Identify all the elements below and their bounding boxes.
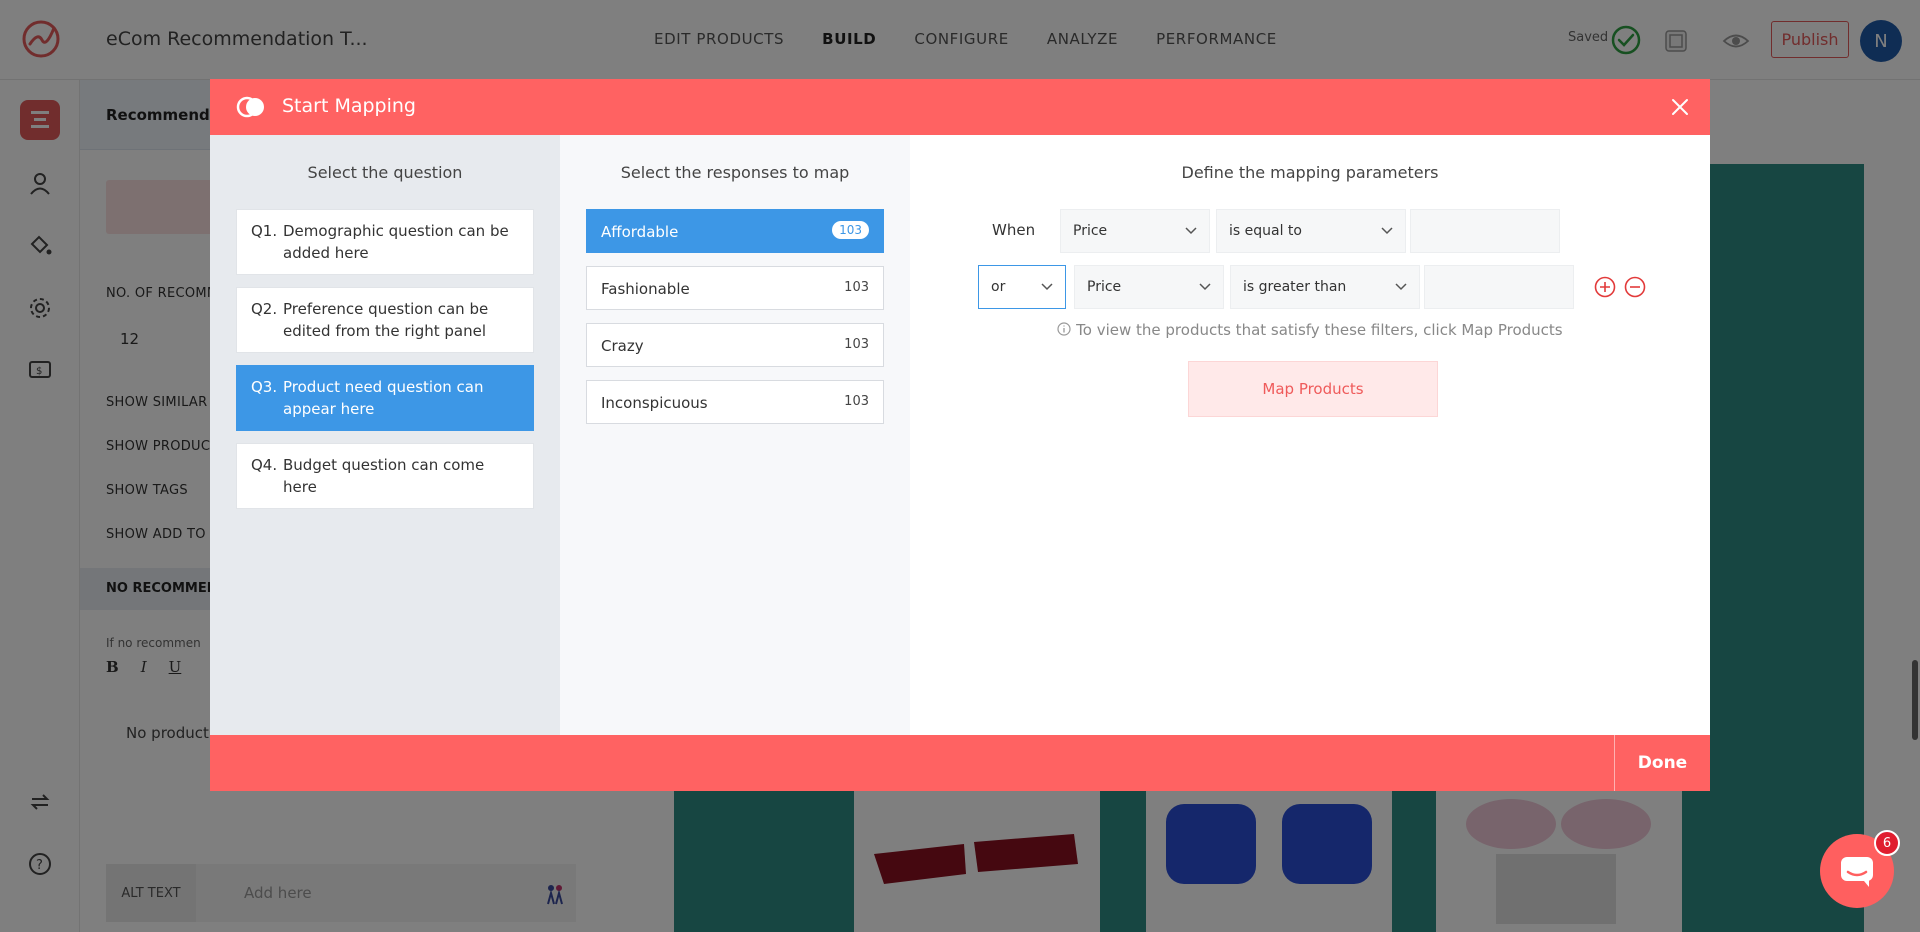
response-label: Affordable (601, 223, 679, 241)
response-count-badge: 103 (844, 280, 869, 295)
question-text: Budget question can come here (283, 456, 485, 496)
responses-title: Select the responses to map (620, 163, 850, 182)
rule2-field-select[interactable]: Price (1074, 265, 1224, 309)
response-label: Inconspicuous (601, 394, 708, 412)
chat-icon (1841, 857, 1873, 887)
response-count-badge: 103 (832, 221, 869, 239)
mapping-parameters-column: Define the mapping parameters When Price… (910, 135, 1710, 735)
chevron-down-icon (1199, 283, 1211, 291)
select-value: Price (1087, 279, 1122, 295)
response-item-crazy[interactable]: Crazy 103 (586, 323, 884, 367)
modal-footer: Done (210, 735, 1710, 791)
question-item-q1[interactable]: Q1. Demographic question can be added he… (236, 209, 534, 275)
chat-notification-badge: 6 (1874, 830, 1900, 856)
remove-rule-icon[interactable] (1624, 276, 1646, 298)
response-count-badge: 103 (844, 337, 869, 352)
modal-title: Start Mapping (282, 95, 416, 117)
info-note-text: To view the products that satisfy these … (1076, 321, 1563, 339)
add-rule-icon[interactable] (1594, 276, 1616, 298)
when-label: When (992, 221, 1036, 239)
question-number: Q2. (251, 300, 278, 318)
response-item-inconspicuous[interactable]: Inconspicuous 103 (586, 380, 884, 424)
question-number: Q1. (251, 222, 278, 240)
select-value: is greater than (1243, 279, 1347, 295)
response-item-fashionable[interactable]: Fashionable 103 (586, 266, 884, 310)
modal-header: Start Mapping (210, 79, 1710, 135)
select-value: or (991, 279, 1006, 295)
mapping-icon (236, 96, 264, 118)
response-label: Crazy (601, 337, 644, 355)
select-value: is equal to (1229, 223, 1302, 239)
start-mapping-modal: Start Mapping Select the question Q1. De… (210, 79, 1710, 791)
responses-column: Select the responses to map Affordable 1… (560, 135, 910, 735)
info-icon (1057, 322, 1071, 336)
question-item-q2[interactable]: Q2. Preference question can be edited fr… (236, 287, 534, 353)
params-title: Define the mapping parameters (1181, 163, 1439, 182)
info-note: To view the products that satisfy these … (910, 321, 1710, 339)
rule1-value-input[interactable] (1410, 209, 1560, 253)
done-button[interactable]: Done (1615, 735, 1710, 791)
chevron-down-icon (1041, 283, 1053, 291)
questions-title: Select the question (307, 163, 463, 182)
question-number: Q4. (251, 456, 278, 474)
question-item-q4[interactable]: Q4. Budget question can come here (236, 443, 534, 509)
select-value: Price (1073, 223, 1108, 239)
response-count-badge: 103 (844, 394, 869, 409)
question-text: Demographic question can be added here (283, 222, 509, 262)
response-label: Fashionable (601, 280, 690, 298)
close-icon[interactable] (1668, 95, 1692, 119)
chevron-down-icon (1185, 227, 1197, 235)
rule1-operator-select[interactable]: is equal to (1216, 209, 1406, 253)
questions-column: Select the question Q1. Demographic ques… (210, 135, 560, 735)
chevron-down-icon (1395, 283, 1407, 291)
response-item-affordable[interactable]: Affordable 103 (586, 209, 884, 253)
question-item-q3[interactable]: Q3. Product need question can appear her… (236, 365, 534, 431)
question-text: Product need question can appear here (283, 378, 484, 418)
map-products-button[interactable]: Map Products (1188, 361, 1438, 417)
rule2-connector-select[interactable]: or (978, 265, 1066, 309)
rule1-field-select[interactable]: Price (1060, 209, 1210, 253)
rule2-value-input[interactable] (1424, 265, 1574, 309)
chevron-down-icon (1381, 227, 1393, 235)
question-number: Q3. (251, 378, 278, 396)
rule2-operator-select[interactable]: is greater than (1230, 265, 1420, 309)
question-text: Preference question can be edited from t… (283, 300, 489, 340)
